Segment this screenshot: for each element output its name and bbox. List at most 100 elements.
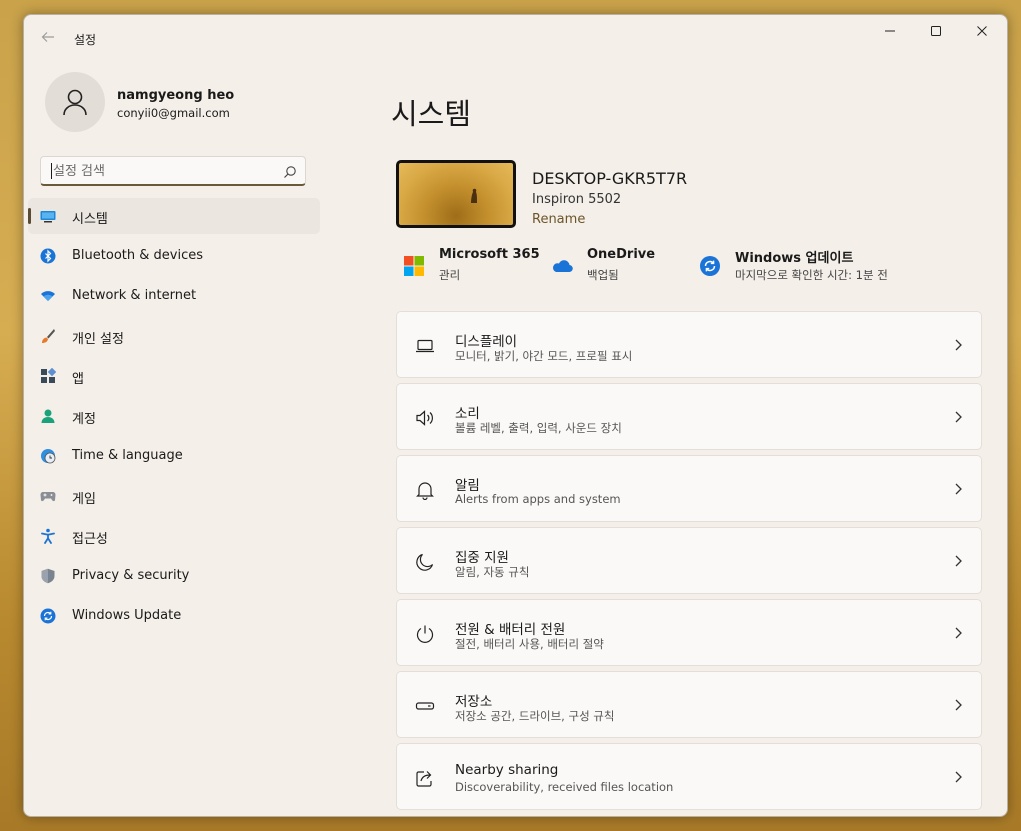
- app-title: 설정: [74, 33, 97, 47]
- sidebar-item-label: Bluetooth & devices: [72, 248, 203, 263]
- sidebar-item-label: 접근성: [72, 532, 108, 547]
- share-icon: [416, 771, 432, 787]
- sidebar-item-label: Time & language: [72, 448, 183, 463]
- sidebar-item-bluetooth[interactable]: Bluetooth & devices: [28, 238, 320, 274]
- sidebar-item-windows-update[interactable]: Windows Update: [28, 598, 320, 634]
- card-power-battery[interactable]: 전원 & 배터리 전원 절전, 배터리 사용, 배터리 절약: [396, 599, 982, 666]
- moon-icon: [416, 553, 434, 571]
- speaker-icon: [416, 410, 433, 426]
- chevron-right-icon: [955, 699, 962, 711]
- shield-icon: [41, 568, 55, 584]
- search-box[interactable]: [40, 156, 306, 186]
- account-icon: [41, 409, 55, 423]
- card-title: 저장소: [455, 694, 493, 710]
- storage-icon: [415, 702, 435, 710]
- chevron-right-icon: [955, 771, 962, 783]
- card-subtitle: 알림, 자동 규칙: [455, 565, 530, 579]
- card-storage[interactable]: 저장소 저장소 공간, 드라이브, 구성 규칙: [396, 671, 982, 738]
- close-icon: [977, 26, 987, 36]
- card-sound[interactable]: 소리 볼륨 레벨, 출력, 입력, 사운드 장치: [396, 383, 982, 450]
- card-subtitle: Alerts from apps and system: [455, 492, 621, 506]
- chevron-right-icon: [955, 483, 962, 495]
- service-status: 백업됨: [587, 268, 619, 282]
- minimize-button[interactable]: [867, 15, 913, 47]
- chevron-right-icon: [955, 555, 962, 567]
- sidebar-item-label: 게임: [72, 492, 96, 507]
- chevron-right-icon: [955, 411, 962, 423]
- sidebar-nav: 시스템 Bluetooth & devices Network & intern…: [28, 198, 320, 638]
- sidebar-item-gaming[interactable]: 게임: [28, 478, 320, 514]
- sidebar-item-label: 개인 설정: [72, 332, 124, 347]
- user-name: namgyeong heo: [117, 88, 235, 103]
- person-icon: [63, 89, 87, 116]
- card-focus-assist[interactable]: 집중 지원 알림, 자동 규칙: [396, 527, 982, 594]
- sidebar-item-system[interactable]: 시스템: [28, 198, 320, 234]
- search-input[interactable]: [53, 157, 273, 185]
- apps-icon: [41, 368, 56, 383]
- sidebar-item-label: 시스템: [72, 212, 108, 227]
- card-title: 디스플레이: [455, 334, 518, 350]
- device-model: Inspiron 5502: [532, 192, 622, 207]
- wifi-icon: [41, 291, 55, 301]
- sidebar-item-apps[interactable]: 앱: [28, 358, 320, 394]
- sidebar-item-accessibility[interactable]: 접근성: [28, 518, 320, 554]
- minimize-icon: [885, 30, 895, 32]
- avatar[interactable]: [45, 72, 105, 132]
- sidebar-item-label: Privacy & security: [72, 568, 190, 583]
- search-icon[interactable]: [283, 165, 297, 179]
- close-button[interactable]: [959, 15, 1005, 47]
- maximize-button[interactable]: [913, 15, 959, 47]
- cloud-icon: [552, 260, 573, 273]
- service-name: Microsoft 365: [439, 247, 540, 262]
- service-name: OneDrive: [587, 247, 656, 262]
- settings-list: 디스플레이 모니터, 밝기, 야간 모드, 프로필 표시 소리 볼륨 레벨, 출…: [396, 311, 982, 815]
- maximize-icon: [931, 26, 941, 36]
- card-display[interactable]: 디스플레이 모니터, 밝기, 야간 모드, 프로필 표시: [396, 311, 982, 378]
- sidebar-item-label: 계정: [72, 412, 96, 427]
- card-subtitle: 저장소 공간, 드라이브, 구성 규칙: [455, 709, 615, 723]
- microsoft-logo-icon: [404, 256, 424, 276]
- sidebar-item-personalization[interactable]: 개인 설정: [28, 318, 320, 354]
- service-microsoft-365[interactable]: Microsoft 365 관리: [403, 247, 553, 287]
- service-onedrive[interactable]: OneDrive 백업됨: [551, 247, 691, 287]
- device-name: DESKTOP-GKR5T7R: [532, 169, 688, 188]
- card-notifications[interactable]: 알림 Alerts from apps and system: [396, 455, 982, 522]
- sidebar-item-time-language[interactable]: Time & language: [28, 438, 320, 474]
- sidebar-item-accounts[interactable]: 계정: [28, 398, 320, 434]
- accessibility-icon: [41, 528, 55, 544]
- update-icon: [700, 256, 720, 276]
- card-subtitle: 볼륨 레벨, 출력, 입력, 사운드 장치: [455, 421, 622, 435]
- card-title: 알림: [455, 478, 480, 494]
- service-windows-update[interactable]: Windows 업데이트 마지막으로 확인한 시간: 1분 전: [699, 247, 929, 287]
- laptop-icon: [416, 339, 434, 353]
- card-nearby-sharing[interactable]: Nearby sharing Discoverability, received…: [396, 743, 982, 810]
- rename-link[interactable]: Rename: [532, 212, 585, 227]
- service-name: Windows 업데이트: [735, 251, 854, 266]
- meerkat-image: [471, 188, 477, 203]
- page-title: 시스템: [391, 97, 472, 131]
- monitor-icon: [40, 211, 56, 223]
- card-subtitle: 절전, 배터리 사용, 배터리 절약: [455, 637, 604, 651]
- card-title: 전원 & 배터리 전원: [455, 622, 566, 638]
- update-icon: [40, 608, 56, 624]
- card-subtitle: Discoverability, received files location: [455, 780, 674, 794]
- active-indicator: [28, 208, 31, 224]
- back-arrow-icon[interactable]: [38, 29, 58, 49]
- card-title: Nearby sharing: [455, 762, 559, 778]
- chevron-right-icon: [955, 627, 962, 639]
- title-bar: 설정: [24, 15, 1007, 61]
- sidebar-item-label: 앱: [72, 372, 84, 387]
- brush-icon: [42, 329, 55, 343]
- sidebar-item-privacy-security[interactable]: Privacy & security: [28, 558, 320, 594]
- sidebar-item-network[interactable]: Network & internet: [28, 278, 320, 314]
- power-icon: [416, 625, 434, 643]
- bluetooth-icon: [40, 248, 56, 264]
- card-subtitle: 모니터, 밝기, 야간 모드, 프로필 표시: [455, 349, 633, 363]
- sidebar-item-label: Windows Update: [72, 608, 182, 623]
- card-title: 소리: [455, 406, 480, 422]
- bell-icon: [416, 482, 434, 500]
- gamepad-icon: [40, 492, 56, 502]
- settings-window: 설정 namgyeong heo conyii0@gmail.com 설정 검색…: [23, 14, 1008, 817]
- card-title: 집중 지원: [455, 550, 509, 566]
- text-cursor: [51, 163, 52, 179]
